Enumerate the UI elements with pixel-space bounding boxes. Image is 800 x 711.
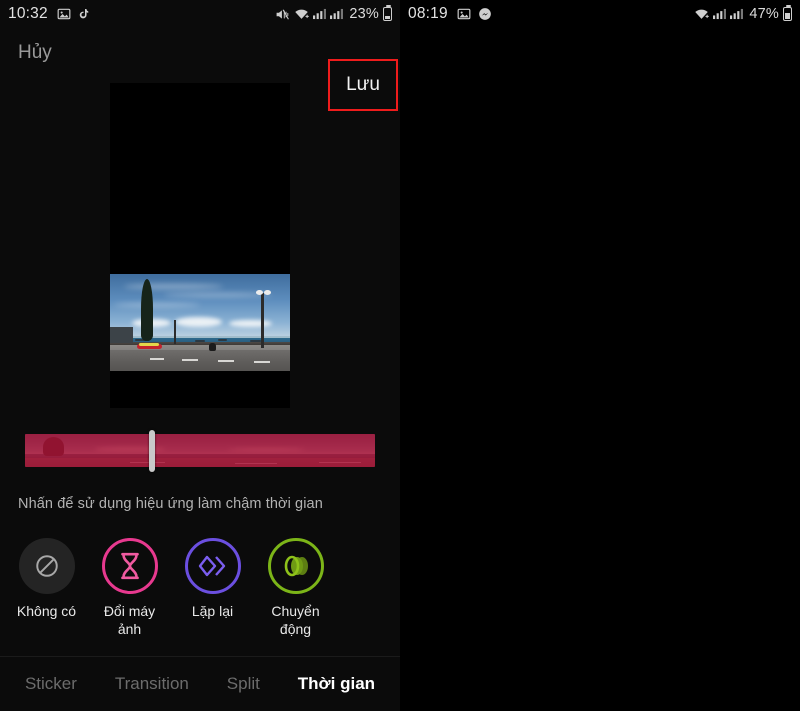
- street-seaside-scene: [110, 274, 290, 371]
- left-phone-panel: 10:32 23% Hủy Lưu Nhấn để sử dụng hiệu ứ…: [0, 0, 400, 711]
- effect-label-repeat: Lặp lại: [191, 603, 234, 619]
- status-notification-icons: [457, 7, 492, 21]
- battery-percent-label: 47%: [749, 6, 779, 22]
- tab-transition[interactable]: Transition: [115, 674, 189, 694]
- left-tab-bar: Sticker Transition Split Thời gian: [0, 656, 400, 711]
- timeline-track[interactable]: [0, 420, 400, 482]
- effect-option-repeat[interactable]: Lặp lại: [176, 538, 249, 648]
- signal-icon: [313, 8, 327, 20]
- battery-icon: [383, 5, 392, 21]
- right-phone-panel: 08:19 47%: [400, 0, 800, 711]
- effects-row: Không có Đổi máy ảnh Lặp lại Chuyển động: [0, 538, 400, 648]
- left-status-bar: 10:32 23%: [0, 0, 400, 28]
- battery-icon: [783, 5, 792, 21]
- save-button-annotation: Lưu: [328, 59, 398, 111]
- repeat-diamond-icon: [198, 555, 228, 577]
- slowmo-hint-text: Nhấn để sử dụng hiệu ứng làm chậm thời g…: [18, 496, 323, 512]
- right-status-bar: 08:19 47%: [400, 0, 800, 28]
- effect-label-motion: Chuyển động: [271, 603, 320, 637]
- timeline-filmstrip[interactable]: [25, 434, 375, 467]
- status-time: 10:32: [8, 5, 48, 22]
- save-button[interactable]: Lưu: [346, 74, 380, 96]
- tab-time[interactable]: Thời gian: [298, 674, 375, 694]
- no-effect-icon: [34, 553, 60, 579]
- status-notification-icons: [57, 7, 90, 21]
- no-effect-circle[interactable]: [18, 538, 75, 594]
- signal-icon-2: [730, 8, 744, 20]
- cancel-button[interactable]: Hủy: [18, 42, 52, 64]
- camera-switch-circle[interactable]: [101, 538, 158, 594]
- hourglass-icon: [117, 552, 143, 580]
- status-system-icons: 47%: [694, 5, 792, 22]
- wifi-icon: [694, 8, 710, 21]
- filmstrip-red-tint: [25, 434, 375, 467]
- tab-sticker[interactable]: Sticker: [25, 674, 77, 694]
- messenger-icon: [478, 7, 492, 21]
- timeline-playhead[interactable]: [149, 430, 155, 472]
- effect-label-camera-switch: Đổi máy ảnh: [103, 603, 156, 637]
- status-system-icons: 23%: [275, 5, 392, 22]
- motion-circle[interactable]: [267, 538, 324, 594]
- screenshot-root: 10:32 23% Hủy Lưu Nhấn để sử dụng hiệu ứ…: [0, 0, 800, 711]
- photos-icon: [57, 7, 71, 21]
- effect-option-none[interactable]: Không có: [10, 538, 83, 648]
- effect-option-camera-switch[interactable]: Đổi máy ảnh: [93, 538, 166, 648]
- tab-split[interactable]: Split: [227, 674, 260, 694]
- effect-label-none: Không có: [16, 603, 77, 619]
- mute-icon: [275, 8, 290, 21]
- photos-icon: [457, 7, 471, 21]
- left-video-preview[interactable]: [110, 83, 290, 408]
- wifi-icon: [294, 8, 310, 21]
- repeat-circle[interactable]: [184, 538, 241, 594]
- left-top-bar: Hủy Lưu: [0, 28, 400, 111]
- motion-blur-icon: [280, 554, 312, 578]
- battery-percent-label: 23%: [349, 6, 379, 22]
- signal-icon-2: [330, 8, 344, 20]
- tiktok-icon: [78, 7, 90, 21]
- left-video-clip: [110, 274, 290, 371]
- effect-option-motion[interactable]: Chuyển động: [259, 538, 332, 648]
- status-time: 08:19: [408, 5, 448, 22]
- signal-icon: [713, 8, 727, 20]
